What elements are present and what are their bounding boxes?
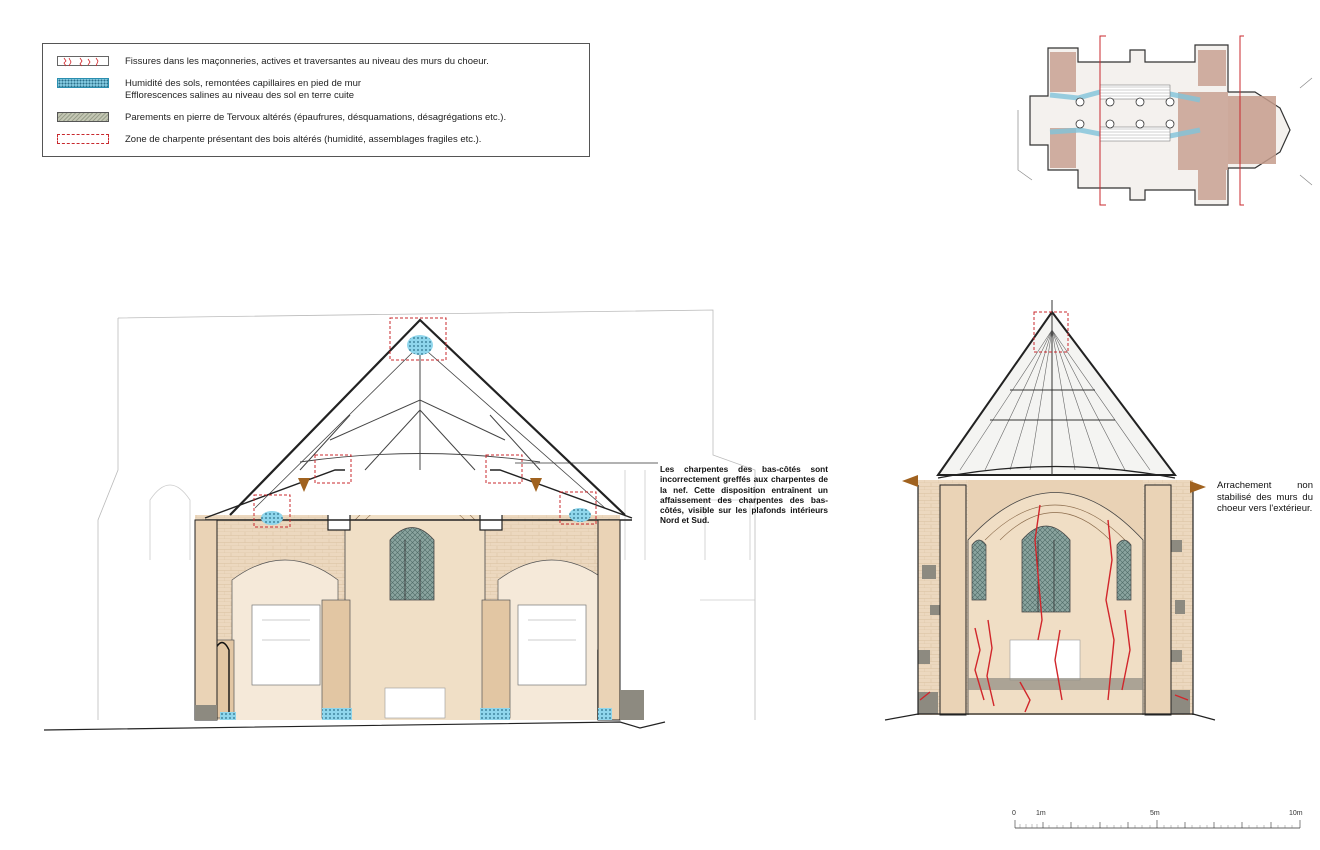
scale-label-10m: 10m	[1289, 810, 1303, 817]
choir-altar	[1009, 639, 1081, 681]
plan-apse-zone	[1228, 96, 1276, 164]
nave-roof-note: Les charpentes des bas-côtés sont incorr…	[660, 464, 828, 526]
plan-tile-zone-nw	[1050, 52, 1076, 92]
nave-stone-altered-south	[620, 690, 644, 720]
choir-axial-window	[1021, 525, 1071, 613]
scale-label-1m: 1m	[1036, 810, 1046, 817]
plan-tile-zone-ne	[1198, 50, 1226, 86]
choir-section	[884, 300, 1216, 721]
plan-tile-zone-se	[1198, 170, 1226, 200]
scale-bar	[1014, 820, 1301, 829]
nave-stained-glass-window	[389, 527, 435, 601]
drawing-canvas	[43, 35, 1313, 829]
choir-wall-note: Arrachement non stabilisé des murs du ch…	[1217, 480, 1313, 514]
scale-label-0: 0	[1012, 810, 1016, 817]
nave-section	[43, 309, 756, 731]
scale-label-5m: 5m	[1150, 810, 1160, 817]
north-retable	[251, 604, 321, 686]
nave-stone-altered-north	[195, 705, 217, 720]
nave-altar	[384, 687, 446, 719]
south-retable	[517, 604, 587, 686]
floor-plan	[1017, 35, 1313, 206]
choir-left-arrow-icon	[902, 475, 918, 487]
nave-ground-line	[43, 721, 666, 731]
choir-right-arrow-icon	[1190, 481, 1206, 493]
